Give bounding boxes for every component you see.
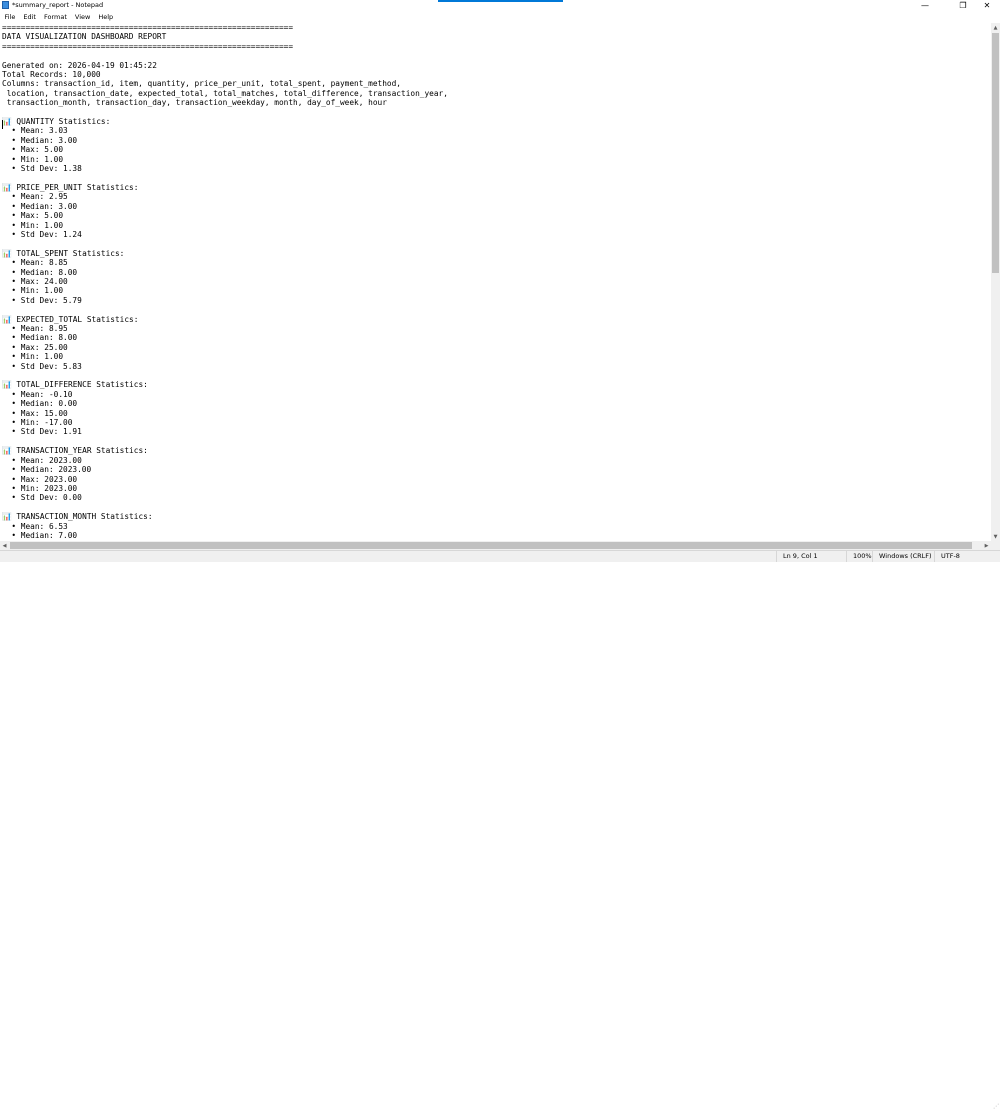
- scroll-right-icon[interactable]: ▶: [982, 541, 991, 550]
- minimize-button[interactable]: —: [912, 0, 938, 11]
- vertical-scroll-thumb[interactable]: [992, 33, 999, 273]
- cursor-position: Ln 9, Col 1: [776, 551, 846, 562]
- vertical-scrollbar[interactable]: ▲ ▼: [991, 23, 1000, 541]
- scroll-up-icon[interactable]: ▲: [991, 23, 1000, 32]
- scrollbar-corner: [991, 541, 1000, 550]
- menu-help[interactable]: Help: [95, 11, 117, 23]
- zoom-level: 100%: [846, 551, 872, 562]
- line-ending: Windows (CRLF): [872, 551, 934, 562]
- title-accent-bar: [438, 0, 563, 2]
- title-bar: *summary_report - Notepad — ❐ ✕: [0, 0, 1000, 11]
- scroll-left-icon[interactable]: ◀: [0, 541, 9, 550]
- scroll-down-icon[interactable]: ▼: [991, 532, 1000, 541]
- horizontal-scrollbar[interactable]: ◀ ▶: [0, 541, 991, 550]
- menu-file[interactable]: File: [1, 11, 19, 23]
- encoding: UTF-8: [934, 551, 990, 562]
- text-caret: [2, 120, 3, 129]
- resize-grip-icon[interactable]: ⋰: [991, 1103, 999, 1111]
- window-title: *summary_report - Notepad: [12, 1, 104, 9]
- close-button[interactable]: ✕: [974, 0, 1000, 11]
- text-editor[interactable]: ========================================…: [0, 23, 991, 541]
- menu-format[interactable]: Format: [40, 11, 70, 23]
- maximize-button[interactable]: ❐: [950, 0, 976, 11]
- horizontal-scroll-thumb[interactable]: [10, 542, 972, 549]
- menu-bar: File Edit Format View Help: [0, 11, 1000, 23]
- menu-edit[interactable]: Edit: [20, 11, 40, 23]
- menu-view[interactable]: View: [71, 11, 93, 23]
- status-bar: Ln 9, Col 1 100% Windows (CRLF) UTF-8 ⋰: [0, 550, 1000, 1110]
- notepad-icon: [2, 1, 9, 9]
- document-text[interactable]: ========================================…: [0, 23, 991, 541]
